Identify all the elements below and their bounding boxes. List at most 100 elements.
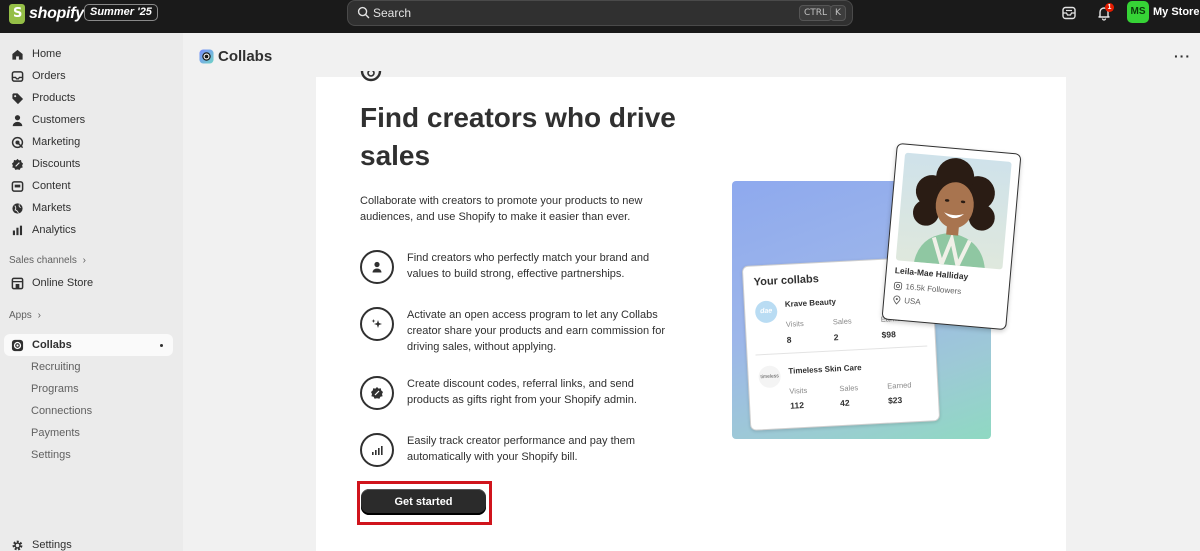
earned-value: $23 (887, 394, 903, 406)
sidebar-item-orders[interactable]: Orders (4, 65, 173, 87)
headline: Find creators who drive sales (360, 102, 676, 171)
sidebar-item-products[interactable]: Products (4, 87, 173, 109)
sidebar-item-label: Online Store (32, 277, 94, 289)
brand-name: Timeless Skin Care (788, 362, 862, 376)
timeless-logo: timeless (758, 365, 782, 389)
feature-icon-discount (360, 376, 394, 410)
person-icon (372, 261, 382, 273)
visits-value: 112 (789, 400, 805, 411)
sidebar-subitem-settings[interactable]: Settings (31, 449, 71, 461)
sales-value: 2 (833, 332, 839, 343)
discount-badge-icon (371, 387, 383, 399)
search-bar[interactable]: Search CTRL K (347, 0, 853, 26)
feature-icon-person (360, 250, 394, 284)
logo-text: shopify (29, 5, 84, 22)
edition-badge[interactable]: Summer '25 (84, 4, 158, 21)
shortcut-key-k: K (830, 5, 846, 21)
sidebar-item-marketing[interactable]: Marketing (4, 131, 173, 153)
sidebar: Home Orders Products Customers Marketing… (0, 33, 183, 551)
sidebar-item-discounts[interactable]: Discounts (4, 153, 173, 175)
sidebar-item-customers[interactable]: Customers (4, 109, 173, 131)
sidebar-item-label: Collabs (32, 339, 72, 351)
feature-icon-signal (360, 433, 394, 467)
sales-channels-label: Sales channels (9, 255, 77, 266)
shopify-logo[interactable]: shopify (9, 4, 84, 24)
creator-portrait-image (912, 158, 995, 270)
onboarding-card: Find creators who drive sales Collaborat… (316, 71, 1066, 551)
visits-label: Visits (789, 385, 808, 396)
content-icon (10, 179, 24, 193)
intro-text: Collaborate with creators to promote you… (360, 195, 643, 223)
sidebar-item-home[interactable]: Home (4, 43, 173, 65)
sidebar-item-markets[interactable]: Markets (4, 197, 173, 219)
feature-text: Create discount codes, referral links, a… (407, 378, 637, 406)
location-pin-icon (893, 295, 901, 305)
apps-heading[interactable]: Apps › (9, 310, 41, 321)
tag-icon (10, 91, 24, 105)
signal-bars-icon (372, 446, 383, 455)
inbox-icon[interactable] (1061, 5, 1077, 21)
sales-label: Sales (832, 316, 852, 327)
sidebar-item-online-store[interactable]: Online Store (4, 272, 173, 294)
sidebar-item-label: Customers (32, 114, 86, 126)
sidebar-item-label: Marketing (32, 136, 81, 148)
search-placeholder: Search (373, 6, 412, 20)
divider (755, 345, 928, 356)
earned-label: Earned (887, 380, 912, 391)
creator-followers: 16.5k Followers (905, 282, 962, 297)
page-header: Collabs (199, 48, 272, 65)
sales-channels-heading[interactable]: Sales channels › (9, 255, 86, 266)
creator-location: USA (903, 296, 922, 307)
sidebar-item-settings[interactable]: Settings (4, 534, 173, 551)
creator-photo (895, 152, 1012, 270)
sidebar-subitem-payments[interactable]: Payments (31, 427, 80, 439)
chevron-right-icon: › (37, 310, 41, 321)
sidebar-item-label: Settings (32, 539, 72, 551)
sidebar-item-analytics[interactable]: Analytics (4, 219, 173, 241)
feature-icon-sparkle (360, 307, 394, 341)
feature-text: Activate an open access program to let a… (407, 309, 666, 353)
sidebar-item-label: Analytics (32, 224, 77, 236)
gear-icon (10, 538, 24, 551)
sidebar-item-content[interactable]: Content (4, 175, 173, 197)
sidebar-item-label: Markets (32, 202, 72, 214)
person-icon (10, 113, 24, 127)
avatar[interactable]: MS (1127, 1, 1149, 23)
shopify-bag-icon (9, 4, 25, 24)
sidebar-subitem-programs[interactable]: Programs (31, 383, 79, 395)
sidebar-item-label: Content (32, 180, 71, 192)
krave-beauty-logo: dae (754, 300, 778, 324)
get-started-button[interactable]: Get started (361, 489, 486, 515)
visits-label: Visits (785, 318, 804, 329)
collabs-mark-icon (360, 71, 382, 82)
visits-value: 8 (786, 334, 792, 345)
unread-dot (160, 344, 163, 347)
search-icon (357, 6, 370, 19)
feature-text: Easily track creator performance and pay… (407, 435, 636, 463)
sidebar-item-label: Home (32, 48, 62, 60)
creator-name: Leila-Mae Halliday (894, 265, 969, 282)
page-title: Collabs (218, 48, 273, 65)
sparkle-icon (371, 319, 382, 328)
sidebar-subitem-recruiting[interactable]: Recruiting (31, 361, 81, 373)
sidebar-item-label: Orders (32, 70, 66, 82)
top-bar: shopify Summer '25 Search CTRL K 1 MS My… (0, 0, 1200, 33)
sidebar-item-label: Discounts (32, 158, 81, 170)
sidebar-subitem-connections[interactable]: Connections (31, 405, 92, 417)
earned-value: $98 (881, 329, 897, 340)
storefront-icon (10, 276, 24, 290)
notification-badge: 1 (1105, 3, 1114, 12)
sales-label: Sales (839, 383, 859, 394)
more-actions-button[interactable]: ··· (1174, 48, 1191, 64)
sidebar-item-collabs[interactable]: Collabs (4, 334, 173, 356)
collabs-card-title: Your collabs (753, 273, 820, 289)
store-name[interactable]: My Store (1153, 6, 1199, 18)
sales-value: 42 (839, 397, 850, 409)
orders-icon (10, 69, 24, 83)
bar-chart-icon (10, 223, 24, 237)
home-icon (10, 47, 24, 61)
discount-icon (10, 157, 24, 171)
creator-profile-card: Leila-Mae Halliday 16.5k Followers USA (881, 142, 1022, 331)
target-icon (10, 135, 24, 149)
apps-label: Apps (9, 310, 32, 321)
